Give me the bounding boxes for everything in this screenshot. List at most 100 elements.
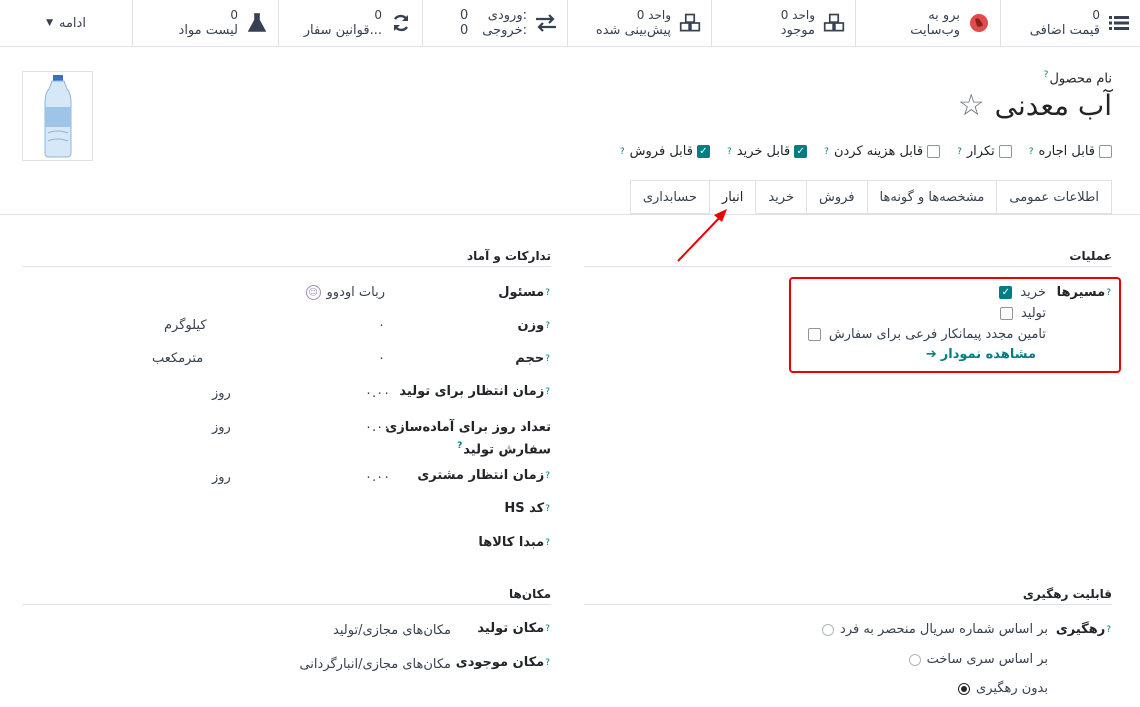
origin-label: مبدا کالاها? bbox=[478, 535, 550, 550]
traceability-title: قابلیت رهگیری bbox=[1022, 587, 1112, 601]
responsible-field[interactable]: ☺ ربات اودوو bbox=[305, 285, 385, 300]
production-location-value[interactable]: مکان‌های مجازی/تولید bbox=[333, 623, 451, 638]
on-hand-count: 0 واحد bbox=[780, 8, 815, 22]
weight-unit: کیلوگرم bbox=[164, 318, 207, 333]
locations-title: مکان‌ها bbox=[509, 587, 551, 601]
tab-purchase[interactable]: خرید bbox=[756, 180, 807, 214]
help-icon: ? bbox=[1028, 146, 1034, 157]
on-hand-button[interactable]: 0 واحد موجود bbox=[711, 0, 855, 46]
extra-price-count: 0 bbox=[1092, 8, 1100, 22]
help-icon: ? bbox=[545, 537, 550, 548]
out-value: 0 bbox=[459, 23, 469, 38]
forecasted-label: پیش‌بینی شده bbox=[595, 23, 671, 38]
help-icon: ? bbox=[545, 353, 550, 364]
volume-label: حجم? bbox=[515, 351, 550, 366]
recurring-checkbox[interactable]: تکرار? bbox=[956, 144, 1012, 159]
forecasted-button[interactable]: 0 واحد پیش‌بینی شده bbox=[567, 0, 711, 46]
checkbox-checked-icon[interactable]: ✓ bbox=[794, 145, 808, 158]
help-icon: ? bbox=[1106, 624, 1111, 635]
operations-divider bbox=[584, 266, 1112, 267]
bom-button[interactable]: 0 لیست مواد bbox=[132, 0, 278, 46]
route-buy[interactable]: ✓ خرید bbox=[999, 285, 1046, 300]
radio-empty-icon[interactable] bbox=[908, 653, 921, 666]
tab-attributes-variants[interactable]: مشخصه‌ها و گونه‌ها bbox=[867, 180, 998, 214]
help-icon: ? bbox=[824, 146, 829, 157]
help-icon: ? bbox=[545, 503, 550, 514]
product-name-label: نام محصول? bbox=[1043, 70, 1112, 87]
help-icon: ? bbox=[1043, 70, 1049, 80]
checkbox-empty-icon[interactable] bbox=[807, 328, 821, 341]
mfg-lead-value[interactable]: ۰.۰۰ bbox=[365, 386, 390, 401]
refresh-icon bbox=[390, 12, 412, 34]
inventory-location-value[interactable]: مکان‌های مجازی/انبارگردانی bbox=[299, 657, 451, 672]
extra-price-button[interactable]: 0 قیمت اضافی bbox=[1000, 0, 1140, 46]
logistics-divider bbox=[22, 266, 551, 267]
weight-value[interactable]: ۰ bbox=[378, 318, 385, 333]
tab-sales[interactable]: فروش bbox=[806, 180, 868, 214]
exchange-icon bbox=[535, 12, 557, 34]
product-name-text: آب معدنی bbox=[994, 89, 1112, 122]
product-image[interactable] bbox=[22, 71, 93, 161]
can-be-rented-checkbox[interactable]: قابل اجاره? bbox=[1028, 144, 1112, 159]
smart-button-bar: 0 قیمت اضافی برو به وب‌سایت 0 واحد موجود… bbox=[0, 0, 1140, 47]
tab-general-info[interactable]: اطلاعات عمومی bbox=[997, 180, 1112, 214]
star-icon[interactable]: ☆ bbox=[958, 88, 985, 123]
route-manufacture[interactable]: تولید bbox=[999, 306, 1046, 321]
order-rules-count: 0 bbox=[374, 8, 382, 22]
route-subcontract[interactable]: تامین مجدد پیمانکار فرعی برای سفارش bbox=[807, 327, 1046, 342]
prep-days-label: تعداد روز برای آماده‌سازی سفارش تولید? bbox=[385, 420, 551, 458]
mfg-lead-unit: روز bbox=[212, 386, 231, 401]
view-diagram-link[interactable]: ➔ مشاهده نمودار bbox=[926, 347, 1036, 362]
cubes-forecast-icon bbox=[679, 12, 701, 34]
product-name-field[interactable]: آب معدنی ☆ bbox=[958, 88, 1112, 123]
customer-lead-value[interactable]: ۰.۰۰ bbox=[365, 470, 390, 485]
tracking-none-option[interactable]: بدون رهگیری bbox=[958, 681, 1048, 696]
operations-title: عملیات bbox=[1069, 249, 1112, 263]
caret-down-icon: ▼ bbox=[46, 18, 53, 28]
routes-label: مسیرها? bbox=[1056, 285, 1111, 300]
help-icon: ? bbox=[545, 657, 550, 668]
checkbox-empty-icon[interactable] bbox=[1099, 145, 1112, 158]
checkbox-empty-icon[interactable] bbox=[999, 307, 1013, 320]
out-label: خروجی: bbox=[482, 23, 527, 38]
forecasted-count: 0 واحد bbox=[636, 8, 671, 22]
logistics-title: تدارکات و آماد bbox=[466, 249, 551, 263]
tracking-lot-option[interactable]: بر اساس سری ساخت bbox=[908, 652, 1048, 667]
help-icon: ? bbox=[545, 287, 550, 298]
mfg-lead-label: زمان انتظار برای تولید? bbox=[399, 384, 550, 399]
help-icon: ? bbox=[726, 146, 732, 157]
more-button[interactable]: ادامه ▼ bbox=[0, 0, 132, 46]
radio-empty-icon[interactable] bbox=[822, 623, 835, 636]
prep-days-unit: روز bbox=[212, 420, 231, 435]
checkbox-checked-icon[interactable]: ✓ bbox=[999, 286, 1013, 299]
tracking-label: رهگیری? bbox=[1055, 622, 1111, 637]
checkbox-empty-icon[interactable] bbox=[998, 145, 1012, 158]
can-be-expensed-checkbox[interactable]: قابل هزینه کردن? bbox=[823, 144, 941, 159]
can-be-sold-checkbox[interactable]: ✓ قابل فروش? bbox=[619, 144, 710, 159]
prep-days-value[interactable]: ۰.۰۰ bbox=[365, 420, 390, 435]
order-rules-button[interactable]: 0 قوانین سفار... bbox=[278, 0, 422, 46]
help-icon: ? bbox=[545, 470, 550, 481]
customer-lead-unit: روز bbox=[212, 470, 231, 485]
in-out-button[interactable]: ورودی: خروجی: 0 0 bbox=[422, 0, 567, 46]
order-rules-label: قوانین سفار... bbox=[303, 23, 382, 38]
help-icon: ? bbox=[545, 623, 550, 634]
help-icon: ? bbox=[545, 386, 550, 397]
go-to-website-button[interactable]: برو به وب‌سایت bbox=[855, 0, 1000, 46]
volume-value[interactable]: ۰ bbox=[378, 351, 385, 366]
bom-count: 0 bbox=[230, 8, 238, 22]
customer-lead-label: زمان انتظار مشتری? bbox=[417, 468, 550, 483]
checkbox-empty-icon[interactable] bbox=[927, 145, 941, 158]
robot-avatar-icon: ☺ bbox=[305, 285, 321, 300]
list-icon bbox=[1108, 12, 1130, 34]
tracking-serial-option[interactable]: بر اساس شماره سریال منحصر به فرد bbox=[822, 622, 1048, 637]
help-icon: ? bbox=[957, 146, 962, 157]
in-label: ورودی: bbox=[487, 8, 527, 23]
more-label: ادامه bbox=[58, 15, 86, 31]
checkbox-checked-icon[interactable]: ✓ bbox=[696, 145, 710, 158]
can-be-purchased-checkbox[interactable]: ✓ قابل خرید? bbox=[726, 144, 808, 159]
on-hand-label: موجود bbox=[780, 23, 815, 38]
product-flags: ✓ قابل فروش? ✓ قابل خرید? قابل هزینه کرد… bbox=[619, 144, 1112, 159]
radio-selected-icon[interactable] bbox=[958, 682, 971, 695]
tab-divider bbox=[0, 214, 1140, 215]
